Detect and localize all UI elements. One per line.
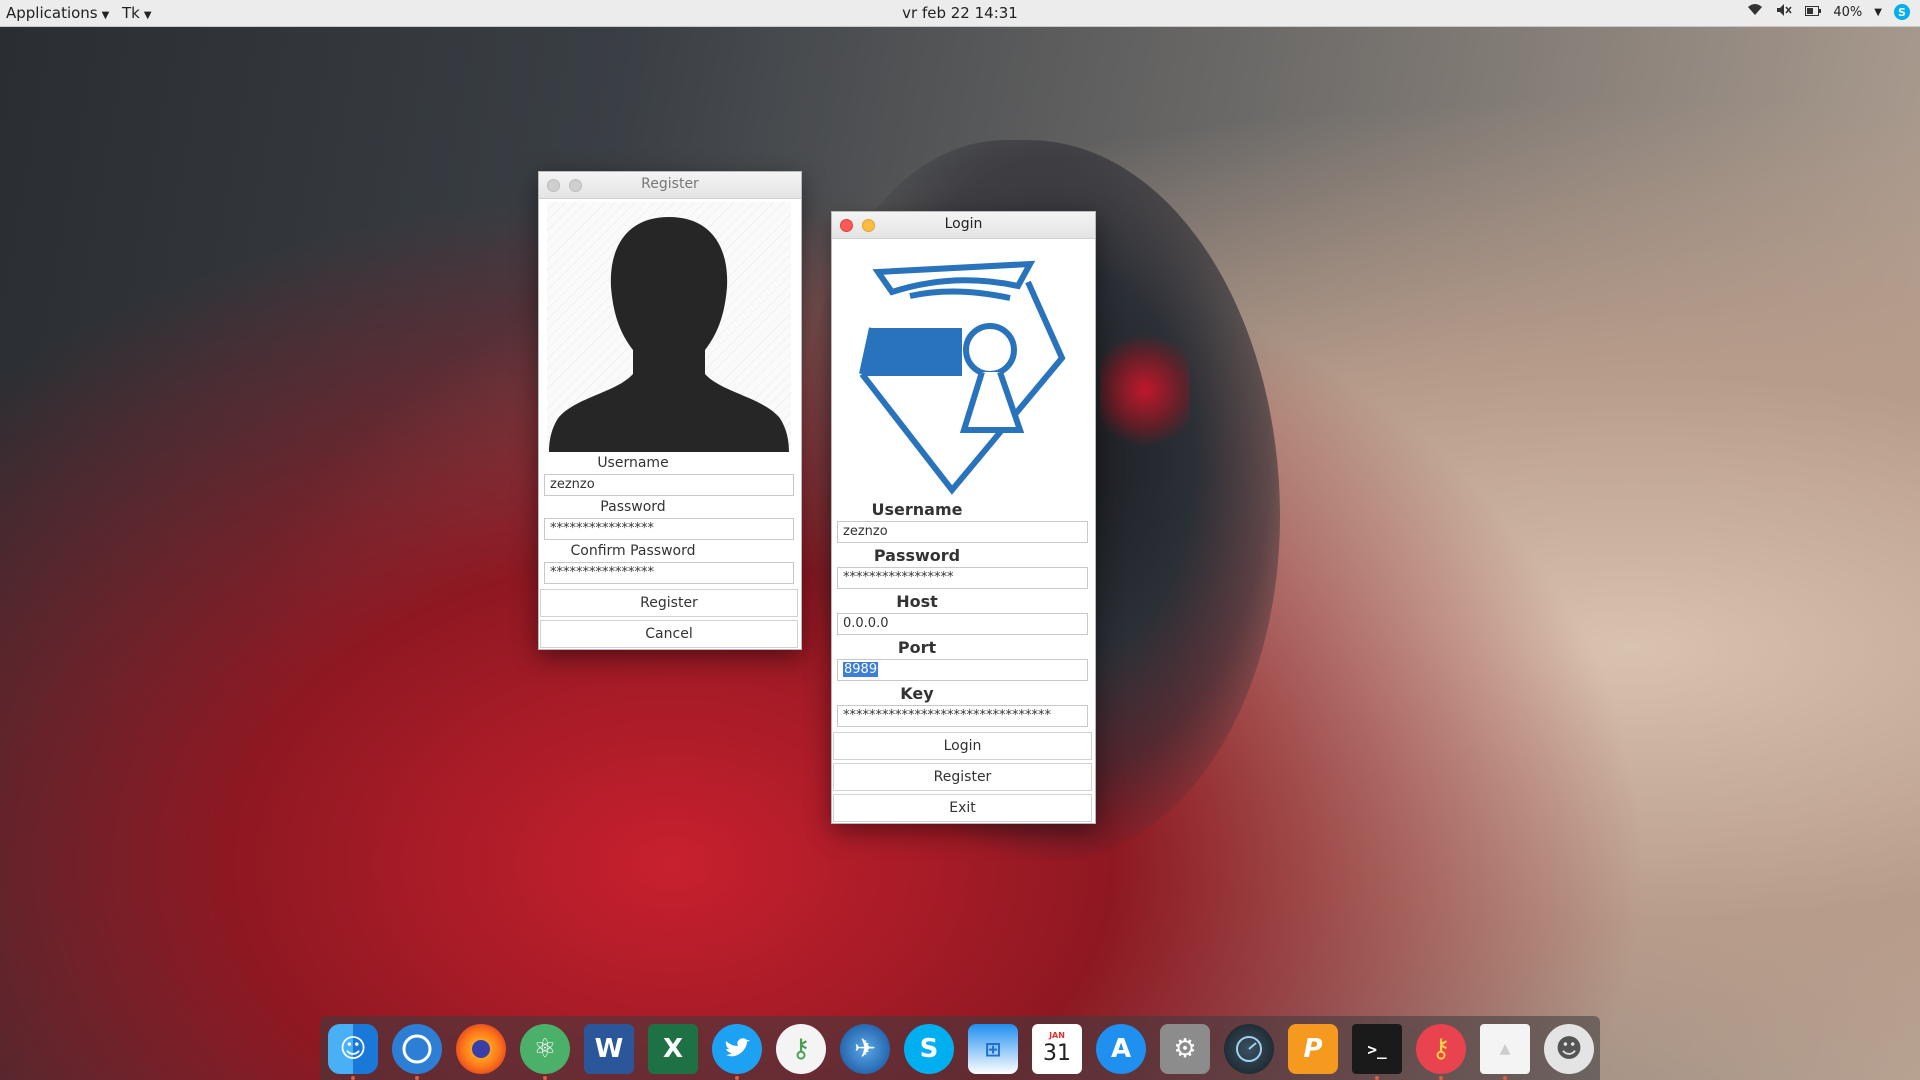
chromium-icon[interactable] bbox=[392, 1024, 442, 1074]
skype-icon[interactable]: S bbox=[904, 1024, 954, 1074]
window-title: Register bbox=[641, 176, 699, 192]
calendar-icon[interactable]: JAN 31 bbox=[1032, 1024, 1082, 1074]
login-window: Login Username zeznzo Password *********… bbox=[831, 211, 1096, 824]
port-label: Port bbox=[897, 638, 937, 657]
browser-icon[interactable]: ✈ bbox=[840, 1024, 890, 1074]
finder-icon[interactable]: ☺ bbox=[328, 1024, 378, 1074]
register-window: Register Username zeznzo Password ******… bbox=[538, 171, 802, 650]
username-label: Username bbox=[597, 455, 669, 471]
host-label: Host bbox=[896, 592, 938, 611]
calendar-day: 31 bbox=[1043, 1041, 1071, 1066]
username-input[interactable]: zeznzo bbox=[544, 474, 794, 496]
excel-icon[interactable]: X bbox=[648, 1024, 698, 1074]
wallpaper-red-splash bbox=[1100, 330, 1190, 450]
keys-icon[interactable]: ⚷ bbox=[776, 1024, 826, 1074]
port-input[interactable]: 8989 bbox=[837, 659, 1088, 681]
chevron-down-icon[interactable]: ▼ bbox=[1874, 7, 1882, 18]
blank-app-icon[interactable]: ▲ bbox=[1480, 1024, 1530, 1074]
host-input[interactable]: 0.0.0.0 bbox=[837, 613, 1088, 635]
wps-icon[interactable]: P bbox=[1288, 1024, 1338, 1074]
turtle-icon[interactable]: ☻ bbox=[1544, 1024, 1594, 1074]
system-tray: 40% ▼ S bbox=[1747, 3, 1910, 21]
battery-percent: 40% bbox=[1833, 4, 1863, 20]
dock: ☺ ⚛ W X ⚷ ✈ S ⊞ JAN 31 A ⚙ P >_ ⚷ ▲ ☻ bbox=[320, 1016, 1600, 1080]
username-label: Username bbox=[871, 500, 963, 519]
atom-icon[interactable]: ⚛ bbox=[520, 1024, 570, 1074]
running-indicator bbox=[351, 1076, 355, 1080]
word-icon[interactable]: W bbox=[584, 1024, 634, 1074]
password-input[interactable]: **************** bbox=[544, 518, 794, 540]
running-indicator bbox=[415, 1076, 419, 1080]
running-indicator bbox=[735, 1076, 739, 1080]
dashboard-icon[interactable] bbox=[1224, 1024, 1274, 1074]
volume-icon[interactable] bbox=[1775, 3, 1793, 21]
windows-apple-icon[interactable]: ⊞ bbox=[968, 1024, 1018, 1074]
register-titlebar[interactable]: Register bbox=[539, 172, 801, 199]
password-label: Password bbox=[873, 546, 961, 565]
running-indicator bbox=[543, 1076, 547, 1080]
key-input[interactable]: ******************************** bbox=[837, 705, 1088, 727]
shield-keyhole-logo-icon bbox=[859, 260, 1066, 495]
avatar bbox=[547, 202, 791, 452]
terminal-icon[interactable]: >_ bbox=[1352, 1024, 1402, 1074]
confirm-password-input[interactable]: **************** bbox=[544, 562, 794, 584]
cancel-button[interactable]: Cancel bbox=[540, 620, 798, 648]
running-indicator bbox=[1375, 1076, 1379, 1080]
wifi-icon[interactable] bbox=[1747, 3, 1763, 21]
app-logo bbox=[842, 246, 1082, 496]
twitter-icon[interactable] bbox=[712, 1024, 762, 1074]
running-indicator bbox=[1503, 1076, 1507, 1080]
window-title: Login bbox=[944, 216, 983, 232]
username-input[interactable]: zeznzo bbox=[837, 521, 1088, 543]
password-label: Password bbox=[600, 499, 666, 515]
password-input[interactable]: ***************** bbox=[837, 567, 1088, 589]
skype-tray-icon[interactable]: S bbox=[1894, 4, 1910, 20]
settings-icon[interactable]: ⚙ bbox=[1160, 1024, 1210, 1074]
calendar-month: JAN bbox=[1049, 1031, 1065, 1040]
app-store-icon[interactable]: A bbox=[1096, 1024, 1146, 1074]
key-label: Key bbox=[900, 684, 934, 703]
firefox-icon[interactable] bbox=[456, 1024, 506, 1074]
battery-icon[interactable] bbox=[1805, 5, 1822, 20]
login-button[interactable]: Login bbox=[833, 732, 1092, 760]
register-button[interactable]: Register bbox=[833, 763, 1092, 791]
top-panel: Applications ▼ Tk ▼ vr feb 22 14:31 40% ▼ … bbox=[0, 0, 1920, 27]
key-app-icon[interactable]: ⚷ bbox=[1416, 1024, 1466, 1074]
register-button[interactable]: Register bbox=[540, 589, 798, 617]
login-titlebar[interactable]: Login bbox=[832, 212, 1095, 239]
exit-button[interactable]: Exit bbox=[833, 794, 1092, 822]
selected-text: 8989 bbox=[843, 662, 879, 677]
clock[interactable]: vr feb 22 14:31 bbox=[0, 4, 1920, 22]
confirm-password-label: Confirm Password bbox=[570, 543, 696, 559]
running-indicator bbox=[1439, 1076, 1443, 1080]
person-silhouette-icon bbox=[549, 217, 789, 452]
